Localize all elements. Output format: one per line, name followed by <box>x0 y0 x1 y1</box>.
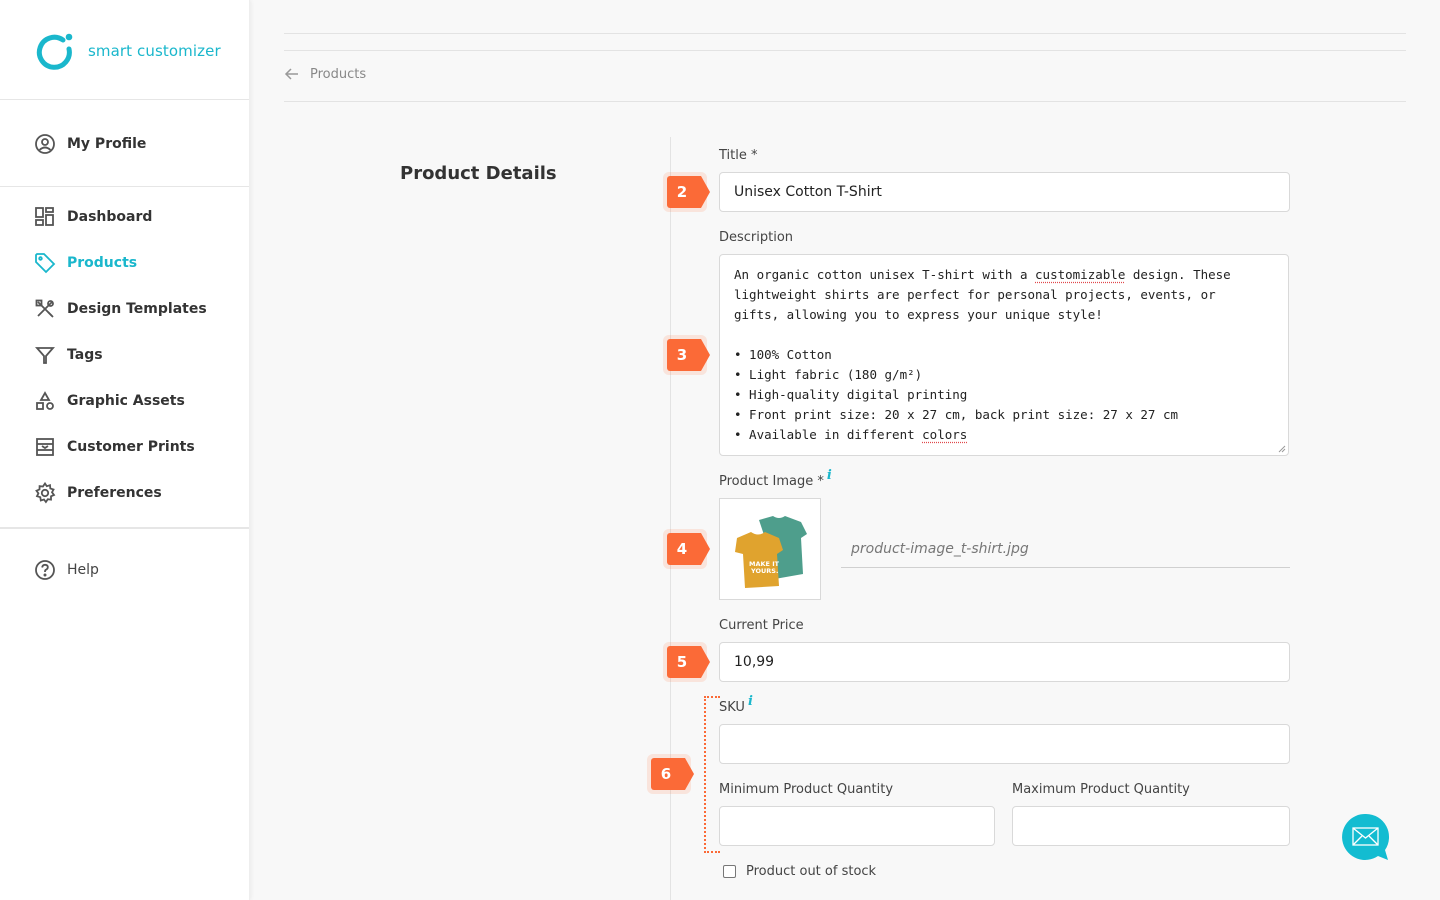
sku-label-text: SKU <box>719 700 745 715</box>
step-badge-4: 4 <box>663 529 710 569</box>
step-badge-2: 2 <box>663 172 710 212</box>
breadcrumb-back-link[interactable]: Products <box>284 66 366 82</box>
step-badge-5: 5 <box>663 642 710 682</box>
info-icon[interactable]: i <box>748 694 753 709</box>
title-label: Title * <box>719 148 758 163</box>
description-text: design. These lightweight shirts are per… <box>734 267 1231 442</box>
shapes-icon <box>34 390 56 412</box>
sidebar-item-label: Dashboard <box>67 209 153 225</box>
step-badge-6: 6 <box>647 754 694 794</box>
sku-label: SKU i <box>719 694 753 715</box>
current-price-input[interactable]: 10,99 <box>719 642 1290 682</box>
sidebar-item-label: Tags <box>67 347 103 363</box>
product-image-thumbnail[interactable]: MAKE IT YOURS. <box>719 498 821 600</box>
profile-group: My Profile <box>0 100 249 187</box>
top-divider-2 <box>284 50 1406 51</box>
gear-icon <box>34 482 56 504</box>
current-price-label: Current Price <box>719 618 804 633</box>
main-nav: Dashboard Products Design Templates Tags… <box>0 187 249 528</box>
sidebar-item-design-templates[interactable]: Design Templates <box>0 286 249 332</box>
help-group: Help <box>0 529 249 593</box>
breadcrumb-divider <box>284 101 1406 102</box>
user-circle-icon <box>34 133 56 155</box>
sidebar-item-graphic-assets[interactable]: Graphic Assets <box>0 378 249 424</box>
chat-button[interactable] <box>1342 813 1390 861</box>
product-image-filename[interactable]: product-image_t-shirt.jpg <box>841 530 1290 568</box>
product-image-label-text: Product Image * <box>719 474 824 489</box>
sidebar-item-customer-prints[interactable]: Customer Prints <box>0 424 249 470</box>
sidebar-item-my-profile[interactable]: My Profile <box>0 121 249 167</box>
description-text: An organic cotton unisex T-shirt with a <box>734 267 1036 282</box>
brand-name: smart customizer <box>88 41 221 60</box>
filter-icon <box>34 344 56 366</box>
design-tools-icon <box>34 298 56 320</box>
description-label: Description <box>719 230 794 245</box>
group-bracket <box>704 696 720 853</box>
sidebar-item-label: Help <box>67 562 99 578</box>
sidebar-item-preferences[interactable]: Preferences <box>0 470 249 516</box>
sidebar-item-tags[interactable]: Tags <box>0 332 249 378</box>
breadcrumb-label: Products <box>310 66 367 82</box>
section-title: Product Details <box>400 163 557 184</box>
out-of-stock-row[interactable]: Product out of stock <box>723 864 876 879</box>
arrow-left-icon <box>284 68 298 80</box>
sidebar-item-label: Products <box>67 255 138 271</box>
misspelled-word: colors <box>922 427 968 442</box>
question-circle-icon <box>34 559 56 581</box>
tag-icon <box>34 252 56 274</box>
sidebar-item-label: Graphic Assets <box>67 393 185 409</box>
max-quantity-input[interactable] <box>1012 806 1290 846</box>
brand-logo[interactable]: smart customizer <box>0 0 249 100</box>
max-quantity-label: Maximum Product Quantity <box>1012 782 1190 797</box>
product-image-label: Product Image * i <box>719 468 832 489</box>
sidebar-item-label: Customer Prints <box>67 439 195 455</box>
resize-handle-icon[interactable] <box>1278 445 1286 453</box>
sidebar-item-help[interactable]: Help <box>0 547 249 593</box>
sku-input[interactable] <box>719 724 1290 764</box>
title-input[interactable]: Unisex Cotton T-Shirt <box>719 172 1290 212</box>
description-textarea[interactable]: An organic cotton unisex T-shirt with a … <box>719 254 1289 456</box>
misspelled-word: customizable <box>1035 267 1126 282</box>
sidebar-item-label: Preferences <box>67 485 162 501</box>
tshirt-image: MAKE IT YOURS. <box>729 508 811 590</box>
min-quantity-input[interactable] <box>719 806 995 846</box>
prints-icon <box>34 436 56 458</box>
min-quantity-label: Minimum Product Quantity <box>719 782 894 797</box>
mail-icon <box>1342 813 1390 860</box>
logo-icon <box>36 33 73 70</box>
sidebar-item-label: My Profile <box>67 136 147 152</box>
sidebar-item-dashboard[interactable]: Dashboard <box>0 194 249 240</box>
sidebar-item-label: Design Templates <box>67 301 207 317</box>
out-of-stock-checkbox[interactable] <box>723 865 736 878</box>
sidebar: smart customizer My Profile Dashboard Pr… <box>0 0 250 900</box>
out-of-stock-label: Product out of stock <box>746 864 877 879</box>
dashboard-icon <box>34 206 56 228</box>
sidebar-item-products[interactable]: Products <box>0 240 249 286</box>
info-icon[interactable]: i <box>827 468 832 483</box>
tshirt-print-text: YOURS. <box>750 567 778 575</box>
top-divider <box>284 33 1406 34</box>
step-badge-3: 3 <box>663 335 710 375</box>
